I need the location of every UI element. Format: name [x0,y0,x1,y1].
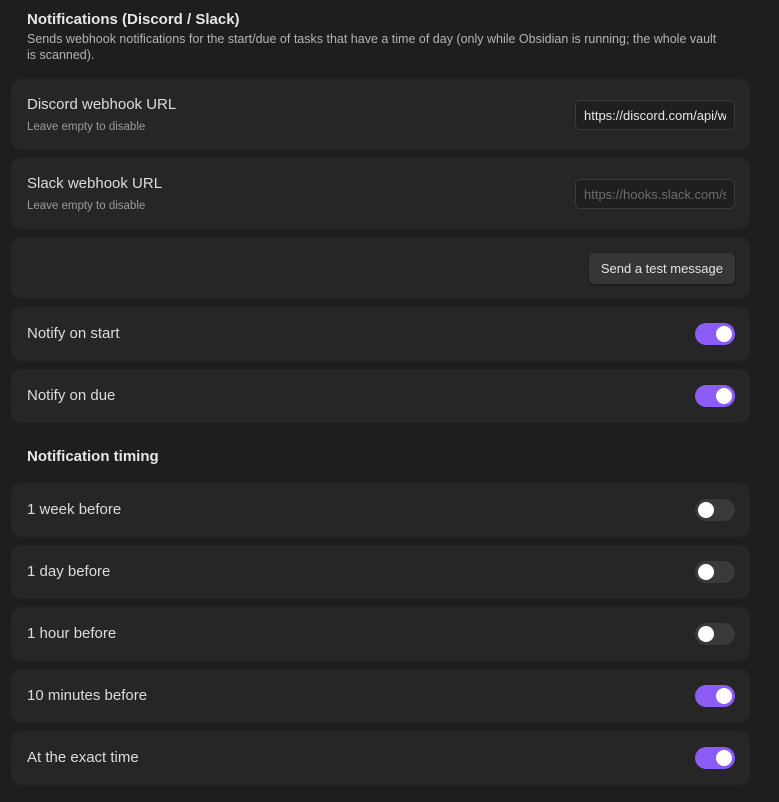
timing-label: 1 week before [27,501,122,518]
notify-on-start-setting: Notify on start [11,307,750,361]
timing-10-minutes-setting: 10 minutes before [11,669,750,723]
timing-1-week-setting: 1 week before [11,483,750,537]
timing-10-minutes-toggle[interactable] [695,685,735,707]
discord-webhook-input[interactable] [575,100,735,130]
timing-1-day-toggle[interactable] [695,561,735,583]
timing-label: 10 minutes before [27,687,148,704]
toggle-knob [716,388,732,404]
section-header: Notifications (Discord / Slack) Sends we… [27,10,727,63]
test-message-setting: Send a test message [11,237,750,298]
slack-webhook-hint: Leave empty to disable [27,200,146,212]
slack-webhook-label: Slack webhook URL [27,175,163,192]
notification-timing-heading: Notification timing [27,448,159,465]
timing-label: At the exact time [27,749,139,766]
toggle-knob [716,326,732,342]
timing-1-week-toggle[interactable] [695,499,735,521]
timing-1-day-setting: 1 day before [11,545,750,599]
timing-label: 1 hour before [27,625,117,642]
timing-label: 1 day before [27,563,111,580]
notify-on-due-setting: Notify on due [11,369,750,423]
toggle-knob [698,502,714,518]
discord-webhook-hint: Leave empty to disable [27,121,146,133]
slack-webhook-setting: Slack webhook URL Leave empty to disable [11,158,750,229]
timing-1-hour-toggle[interactable] [695,623,735,645]
notify-on-due-toggle[interactable] [695,385,735,407]
timing-exact-time-toggle[interactable] [695,747,735,769]
section-description: Sends webhook notifications for the star… [27,32,717,62]
toggle-knob [698,564,714,580]
timing-exact-time-setting: At the exact time [11,731,750,785]
discord-webhook-label: Discord webhook URL [27,96,177,113]
send-test-message-button[interactable]: Send a test message [588,253,735,284]
toggle-knob [716,688,732,704]
notify-on-start-label: Notify on start [27,325,120,342]
timing-1-hour-setting: 1 hour before [11,607,750,661]
settings-panel: Notifications (Discord / Slack) Sends we… [0,0,779,802]
discord-webhook-setting: Discord webhook URL Leave empty to disab… [11,79,750,150]
toggle-knob [716,750,732,766]
section-title: Notifications (Discord / Slack) [27,11,240,28]
toggle-knob [698,626,714,642]
notify-on-due-label: Notify on due [27,387,116,404]
slack-webhook-input[interactable] [575,179,735,209]
notify-on-start-toggle[interactable] [695,323,735,345]
